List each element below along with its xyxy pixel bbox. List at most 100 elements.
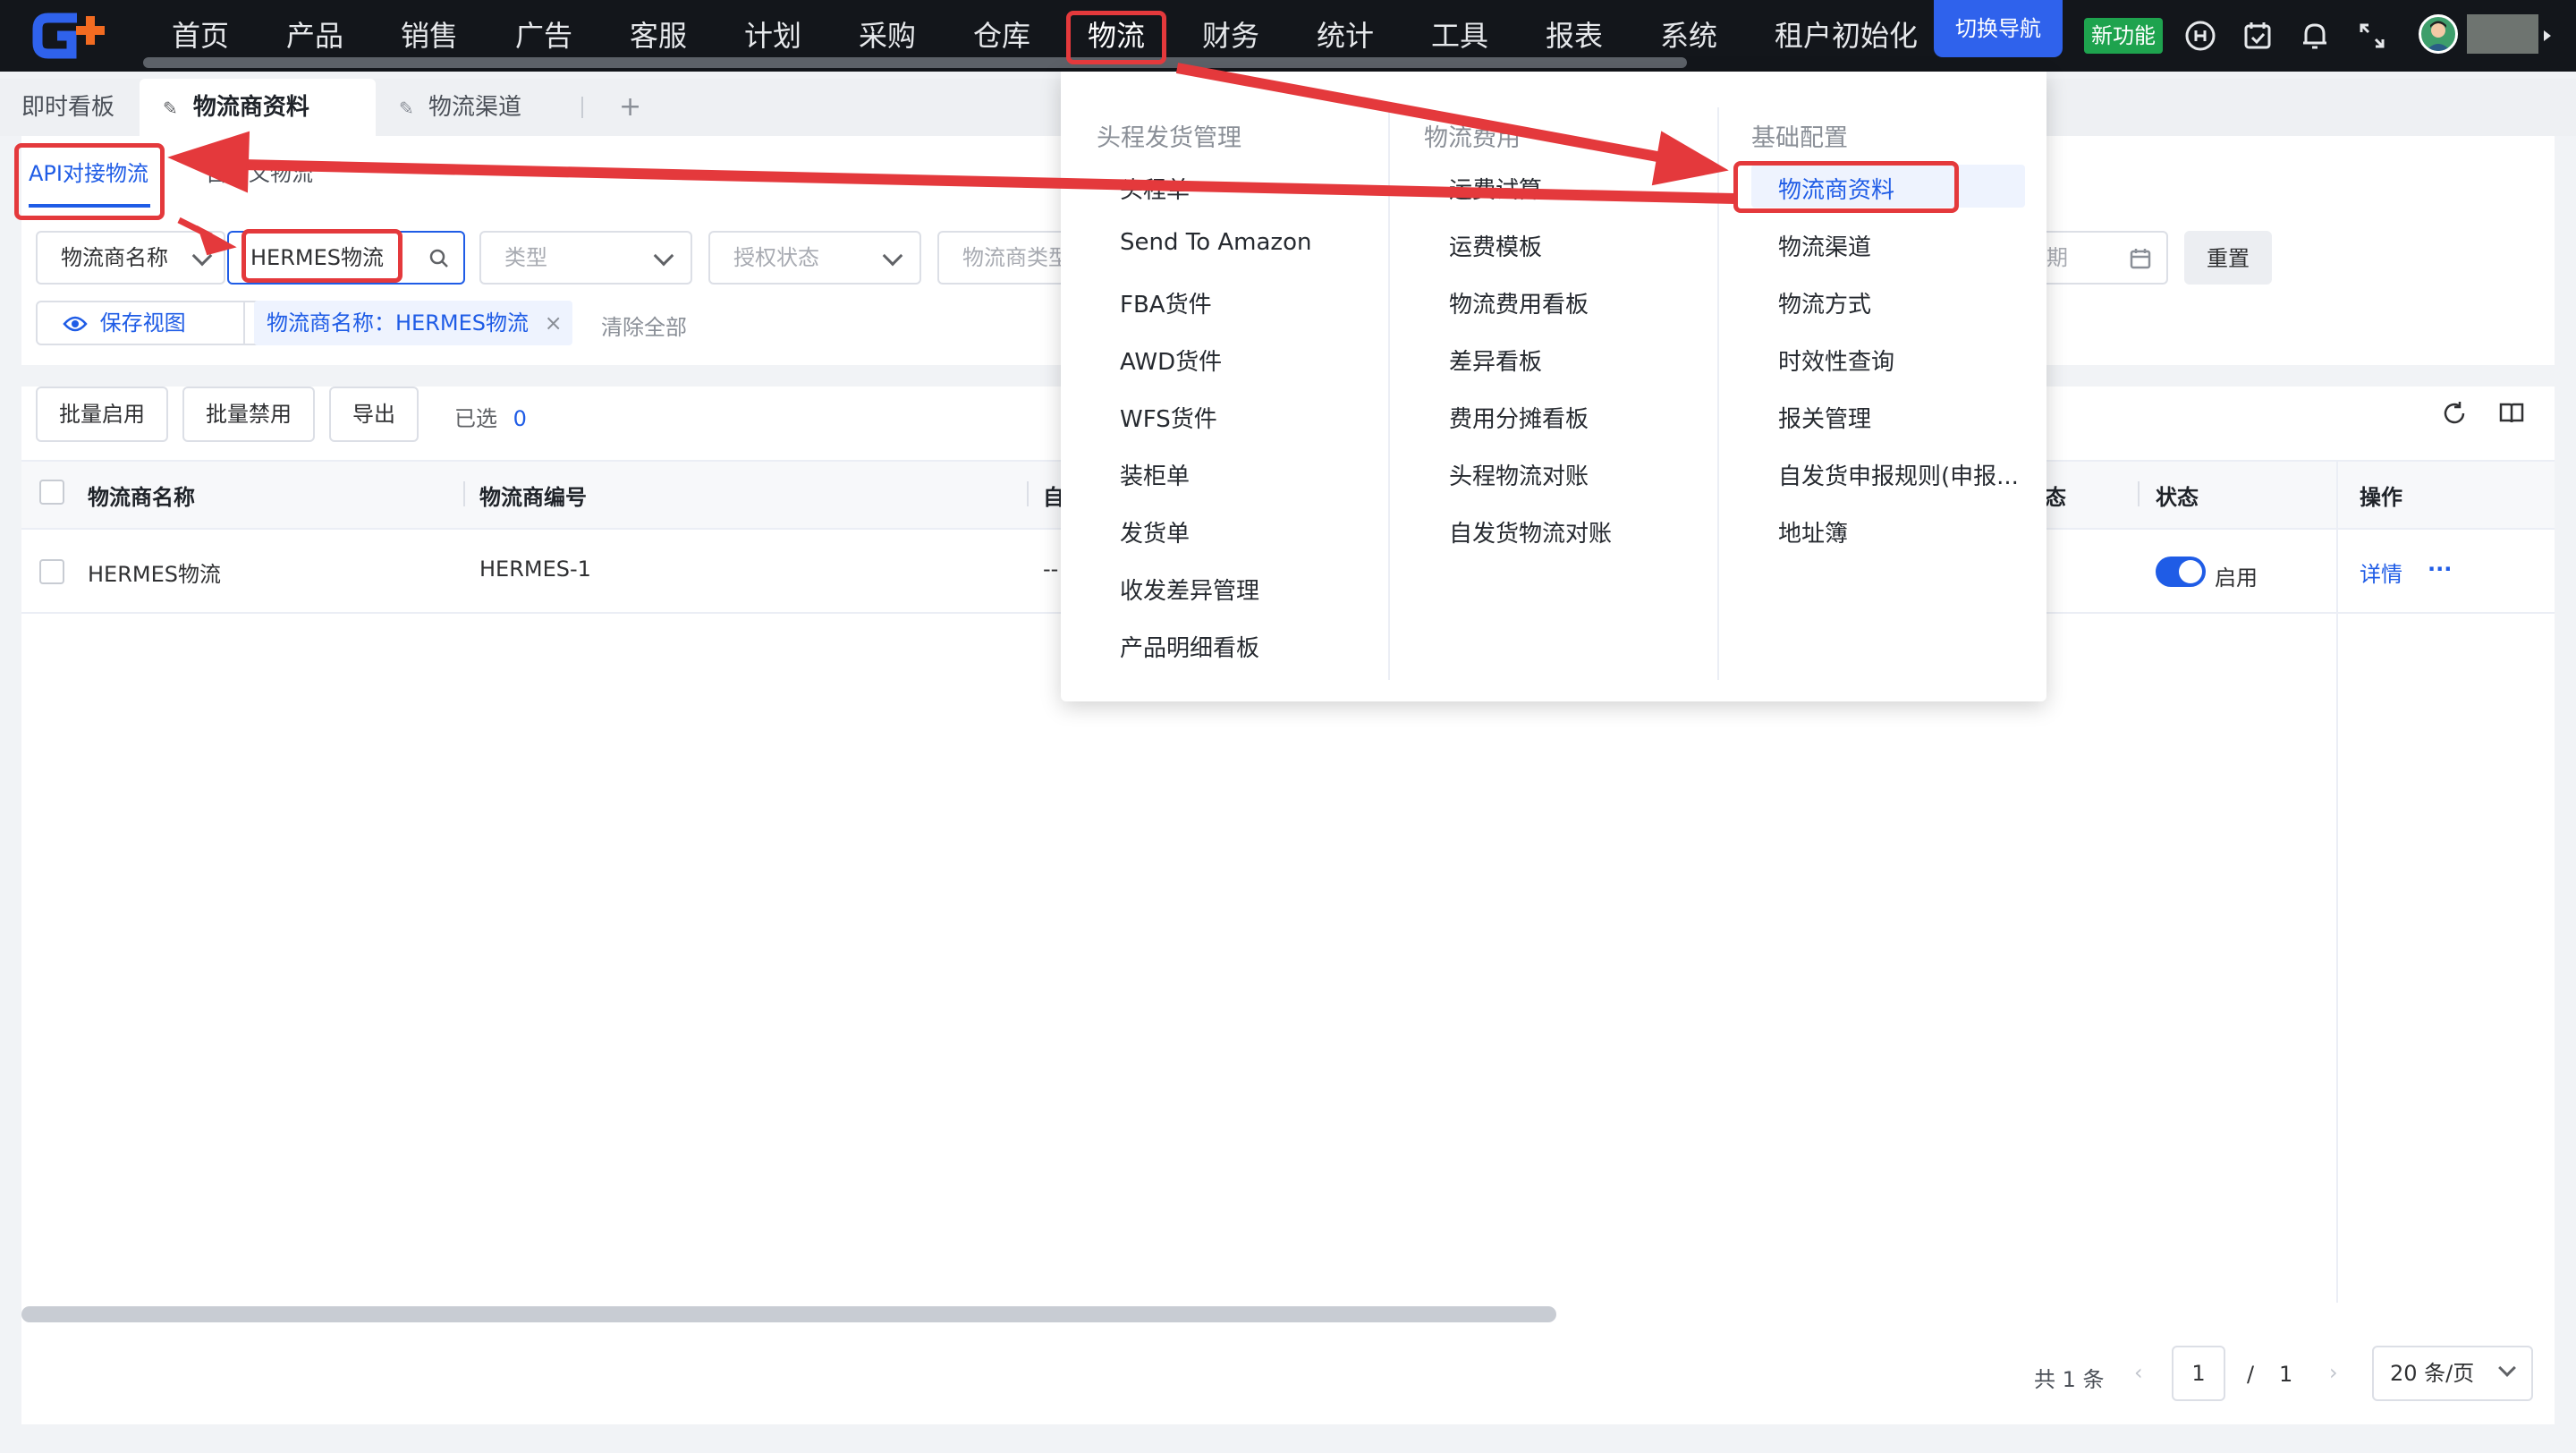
type-select-placeholder: 类型 — [504, 245, 547, 270]
clear-all-link[interactable]: 清除全部 — [601, 310, 687, 341]
page-size-select[interactable]: 20 条/页 — [2372, 1346, 2533, 1401]
annotation-box-search — [242, 229, 402, 283]
nav-tenant-init[interactable]: 租户初始化 — [1775, 0, 1918, 72]
col-provider-name[interactable]: 物流商名称 — [88, 480, 195, 511]
col-provider-code[interactable]: 物流商编号 — [479, 480, 587, 511]
bell-icon[interactable] — [2297, 18, 2333, 54]
top-nav-bar: 首页 产品 销售 广告 客服 计划 采购 仓库 物流 财务 统计 工具 报表 系… — [0, 0, 2576, 72]
menu-item-address-book[interactable]: 地址簿 — [1778, 515, 1848, 548]
chevron-down-icon — [191, 245, 213, 267]
page-size-value: 20 条/页 — [2390, 1361, 2475, 1386]
col-status-partial[interactable]: 态 — [2045, 480, 2066, 511]
page-number-input[interactable]: 1 — [2172, 1346, 2225, 1401]
caret-right-icon[interactable] — [2540, 27, 2555, 45]
menu-item-wfs-shipment[interactable]: WFS货件 — [1120, 401, 1217, 434]
menu-item-logistics-method[interactable]: 物流方式 — [1778, 286, 1871, 319]
provider-type-select[interactable]: 物流商类型 — [937, 231, 1080, 285]
column-settings-icon[interactable] — [2497, 399, 2526, 428]
menu-item-freight-template[interactable]: 运费模板 — [1449, 229, 1542, 262]
calendar-icon[interactable] — [2129, 247, 2152, 270]
select-all-checkbox[interactable] — [39, 480, 64, 505]
save-view-button[interactable]: 保存视图 — [36, 301, 245, 345]
menu-item-logistics-channel[interactable]: 物流渠道 — [1778, 229, 1871, 262]
date-range-placeholder: 期 — [2046, 245, 2068, 270]
batch-disable-button[interactable]: 批量禁用 — [182, 387, 315, 442]
menu-item-first-mile-reconcile[interactable]: 头程物流对账 — [1449, 458, 1589, 491]
next-page-icon[interactable]: › — [2329, 1360, 2338, 1385]
row-checkbox[interactable] — [39, 559, 64, 584]
filter-field-select-value: 物流商名称 — [61, 245, 168, 270]
menu-item-transit-time[interactable]: 时效性查询 — [1778, 344, 1894, 377]
table-horizontal-scrollbar[interactable] — [21, 1306, 1556, 1322]
menu-item-send-to-amazon[interactable]: Send To Amazon — [1120, 229, 1311, 256]
batch-enable-button[interactable]: 批量启用 — [36, 387, 168, 442]
selected-count: 已选 0 — [454, 401, 527, 432]
menu-column-divider — [1717, 107, 1719, 680]
menu-item-allocation-board[interactable]: 费用分摊看板 — [1449, 401, 1589, 434]
selected-number: 0 — [513, 406, 527, 431]
menu-item-customs[interactable]: 报关管理 — [1778, 401, 1871, 434]
reset-button[interactable]: 重置 — [2184, 231, 2272, 285]
status-toggle[interactable] — [2156, 557, 2206, 587]
status-toggle-knob — [2179, 560, 2202, 583]
search-icon[interactable] — [428, 247, 451, 270]
add-tab-icon[interactable]: + — [619, 79, 641, 136]
menu-item-self-ship-reconcile[interactable]: 自发货物流对账 — [1449, 515, 1612, 548]
tab-logistics-channel[interactable]: ✎ 物流渠道 — [399, 79, 521, 136]
menu-item-container-order[interactable]: 装柜单 — [1120, 458, 1190, 491]
calendar-check-icon[interactable] — [2240, 18, 2275, 54]
fullscreen-icon[interactable] — [2354, 18, 2390, 54]
menu-item-delivery-order[interactable]: 发货单 — [1120, 515, 1190, 548]
menu-item-fba-shipment[interactable]: FBA货件 — [1120, 286, 1212, 319]
menu-item-awd-shipment[interactable]: AWD货件 — [1120, 344, 1222, 377]
nav-scrollbar[interactable] — [143, 57, 1687, 68]
annotation-box-menu-provider — [1733, 161, 1959, 213]
subtab-custom-logistics[interactable]: 自定义物流 — [206, 156, 313, 187]
active-filter-tag: 物流商名称：HERMES物流 × — [254, 301, 572, 345]
help-circle-icon[interactable] — [2182, 18, 2218, 54]
prev-page-icon[interactable]: ‹ — [2134, 1360, 2143, 1385]
more-actions-icon[interactable]: ··· — [2428, 557, 2452, 582]
pagination-separator: / — [2247, 1362, 2255, 1387]
user-avatar[interactable] — [2419, 14, 2458, 54]
switch-nav-button[interactable]: 切换导航 — [1934, 0, 2063, 57]
eye-icon — [63, 316, 88, 332]
refresh-icon[interactable] — [2440, 399, 2469, 428]
col-divider — [463, 481, 465, 506]
col-divider — [1027, 481, 1029, 506]
auth-status-placeholder: 授权状态 — [733, 245, 819, 270]
new-feature-badge[interactable]: 新功能 — [2084, 18, 2163, 54]
chevron-down-icon — [653, 245, 674, 267]
user-name-masked[interactable] — [2467, 14, 2538, 54]
col-actions: 操作 — [2360, 485, 2402, 510]
menu-item-diff-board[interactable]: 差异看板 — [1449, 344, 1542, 377]
filter-field-select[interactable]: 物流商名称 — [36, 231, 225, 285]
menu-group-logistics-fee: 物流费用 — [1424, 124, 1521, 152]
col-status[interactable]: 状态 — [2156, 480, 2199, 511]
menu-item-fee-board[interactable]: 物流费用看板 — [1449, 286, 1589, 319]
tab-logistics-provider[interactable]: ✎ 物流商资料 — [140, 79, 376, 136]
export-button[interactable]: 导出 — [329, 387, 419, 442]
tab-realtime-board[interactable]: 即时看板 — [21, 79, 114, 136]
provider-type-placeholder: 物流商类型 — [962, 245, 1070, 270]
pin-icon[interactable]: ✎ — [163, 98, 178, 119]
type-select[interactable]: 类型 — [479, 231, 692, 285]
detail-link[interactable]: 详情 — [2360, 557, 2402, 588]
menu-item-first-mile-order[interactable]: 头程单 — [1120, 172, 1190, 205]
user-avatar-icon — [2426, 21, 2451, 51]
menu-item-declaration-rules[interactable]: 自发货申报规则(申报... — [1778, 458, 2019, 491]
menu-group-basic-config: 基础配置 — [1751, 124, 1848, 152]
menu-group-first-mile: 头程发货管理 — [1097, 124, 1241, 152]
menu-item-product-detail-board[interactable]: 产品明细看板 — [1120, 630, 1259, 663]
close-icon[interactable]: × — [545, 310, 563, 336]
cell-auto: -- — [1043, 557, 1059, 582]
tab-logistics-channel-label: 物流渠道 — [428, 94, 522, 121]
auth-status-select[interactable]: 授权状态 — [708, 231, 921, 285]
menu-column-divider — [1388, 107, 1390, 680]
pin-icon[interactable]: ✎ — [399, 98, 414, 119]
tab-divider — [581, 97, 583, 118]
app-logo-icon[interactable] — [30, 9, 116, 61]
menu-item-discrepancy[interactable]: 收发差异管理 — [1120, 573, 1259, 606]
menu-item-freight-estimate[interactable]: 运费试算 — [1449, 172, 1542, 205]
save-view-label: 保存视图 — [99, 310, 186, 336]
